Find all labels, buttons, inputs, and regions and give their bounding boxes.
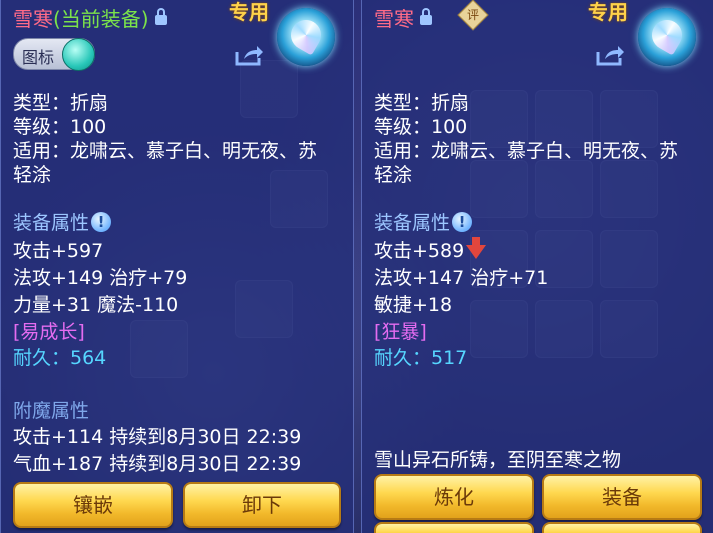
share-icon[interactable] bbox=[235, 44, 263, 66]
equip-attr-title: 装备属性 bbox=[13, 212, 90, 234]
exclusive-label: 专用 bbox=[588, 0, 628, 24]
equip-attr-title: 装备属性 bbox=[374, 212, 451, 234]
icon-toggle[interactable]: 图标 bbox=[13, 38, 95, 71]
exclusive-label: 专用 bbox=[229, 0, 269, 24]
equip-button[interactable]: 装备 bbox=[542, 474, 702, 520]
lock-icon[interactable] bbox=[420, 8, 432, 25]
stat-attack-row: 攻击+589 bbox=[374, 236, 487, 263]
stat-line: 敏捷+18 bbox=[374, 294, 453, 316]
share-icon[interactable] bbox=[596, 44, 624, 66]
suitable-line: 适用：龙啸云、慕子白、明无夜、苏 bbox=[13, 140, 318, 162]
enchant-heading: 附魔属性 bbox=[13, 400, 90, 422]
stat-attack: 攻击+589 bbox=[374, 240, 465, 262]
fan-weapon-icon bbox=[277, 8, 335, 66]
unequip-button[interactable]: 卸下 bbox=[183, 482, 341, 528]
type-line: 类型：折扇 bbox=[13, 92, 109, 114]
suitable-line-cont: 轻涂 bbox=[13, 164, 52, 186]
item-name: 雪寒 bbox=[13, 7, 53, 31]
extra-button[interactable] bbox=[542, 522, 702, 533]
suitable-line-cont: 轻涂 bbox=[374, 164, 413, 186]
stat-line: 法攻+147 治疗+71 bbox=[374, 267, 549, 289]
compare-item-panel: 雪寒 评 专用 类型：折扇 等级：100 适用：龙啸云、慕子白、明无夜、苏 轻涂… bbox=[361, 0, 713, 533]
suitable-line: 适用：龙啸云、慕子白、明无夜、苏 bbox=[374, 140, 679, 162]
rate-badge[interactable]: 评 bbox=[457, 0, 489, 31]
refine-button[interactable]: 炼化 bbox=[374, 474, 534, 520]
lock-icon[interactable] bbox=[154, 8, 167, 25]
toggle-label: 图标 bbox=[22, 48, 55, 67]
fan-weapon-icon bbox=[638, 8, 696, 66]
stat-line: 法攻+149 治疗+79 bbox=[13, 267, 188, 289]
rate-badge-text: 评 bbox=[466, 8, 479, 22]
special-effect: [狂暴] bbox=[374, 321, 427, 343]
stat-line: 力量+31 魔法-110 bbox=[13, 294, 179, 316]
info-icon[interactable]: ! bbox=[452, 212, 473, 232]
equipped-item-panel: 雪寒(当前装备) 专用 图标 类型：折扇 等级：100 适用：龙啸云、慕子白、明… bbox=[0, 0, 354, 533]
equipped-tag: (当前装备) bbox=[53, 7, 149, 31]
inlay-button[interactable]: 镶嵌 bbox=[13, 482, 173, 528]
item-name: 雪寒 bbox=[374, 7, 414, 31]
durability: 耐久：517 bbox=[374, 347, 468, 369]
enchant-line: 攻击+114 持续到8月30日 22:39 bbox=[13, 426, 302, 448]
equip-attr-heading: 装备属性! bbox=[13, 208, 112, 235]
enchant-line: 气血+187 持续到8月30日 22:39 bbox=[13, 453, 302, 475]
level-line: 等级：100 bbox=[374, 116, 468, 138]
stat-decrease-arrow-icon bbox=[466, 237, 487, 259]
special-effect: [易成长] bbox=[13, 321, 85, 343]
stat-attack: 攻击+597 bbox=[13, 240, 104, 262]
equip-attr-heading: 装备属性! bbox=[374, 208, 473, 235]
durability: 耐久：564 bbox=[13, 347, 107, 369]
info-icon[interactable]: ! bbox=[91, 212, 112, 232]
item-title: 雪寒 bbox=[374, 3, 432, 32]
level-line: 等级：100 bbox=[13, 116, 107, 138]
item-description: 雪山异石所铸，至阴至寒之物 bbox=[374, 449, 622, 471]
item-title: 雪寒(当前装备) bbox=[13, 3, 167, 32]
toggle-knob[interactable] bbox=[62, 38, 95, 71]
extra-button[interactable] bbox=[374, 522, 534, 533]
type-line: 类型：折扇 bbox=[374, 92, 470, 114]
